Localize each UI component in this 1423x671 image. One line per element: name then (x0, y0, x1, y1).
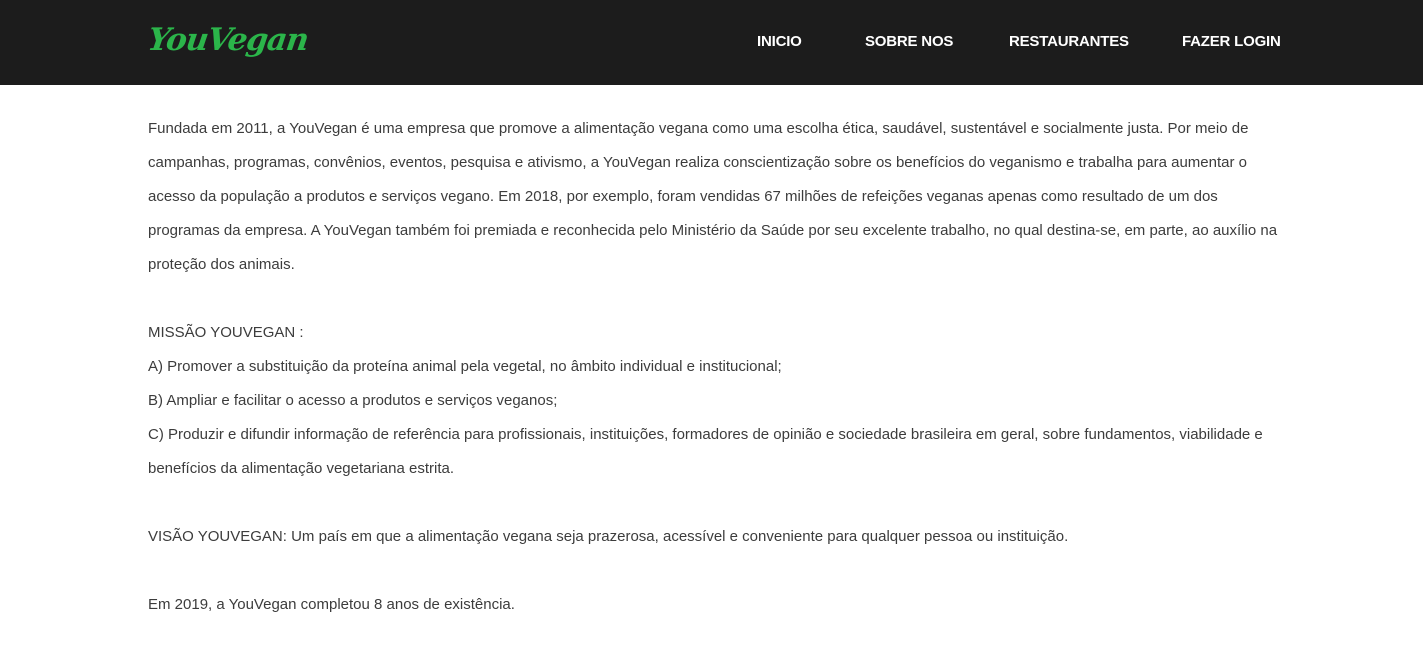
mission-item-b: B) Ampliar e facilitar o acesso a produt… (148, 392, 558, 409)
brand-logo[interactable]: YouVegan (145, 22, 310, 58)
nav-link-fazer-login[interactable]: FAZER LOGIN (1182, 33, 1281, 50)
mission-item-a: A) Promover a substituição da proteína a… (148, 358, 782, 375)
top-navbar: YouVegan INICIO SOBRE NOS RESTAURANTES F… (0, 0, 1423, 85)
vision-paragraph: VISÃO YOUVEGAN: Um país em que a aliment… (148, 528, 1069, 545)
about-content: Fundada em 2011, a YouVegan é uma empres… (148, 112, 1283, 622)
nav-link-restaurantes[interactable]: RESTAURANTES (1009, 33, 1129, 50)
nav-link-inicio[interactable]: INICIO (757, 33, 802, 50)
mission-title: MISSÃO YOUVEGAN : (148, 324, 304, 341)
nav-link-sobre-nos[interactable]: SOBRE NOS (865, 33, 953, 50)
anniversary-paragraph: Em 2019, a YouVegan completou 8 anos de … (148, 596, 515, 613)
intro-paragraph: Fundada em 2011, a YouVegan é uma empres… (148, 120, 1278, 273)
mission-item-c: C) Produzir e difundir informação de ref… (148, 426, 1263, 477)
